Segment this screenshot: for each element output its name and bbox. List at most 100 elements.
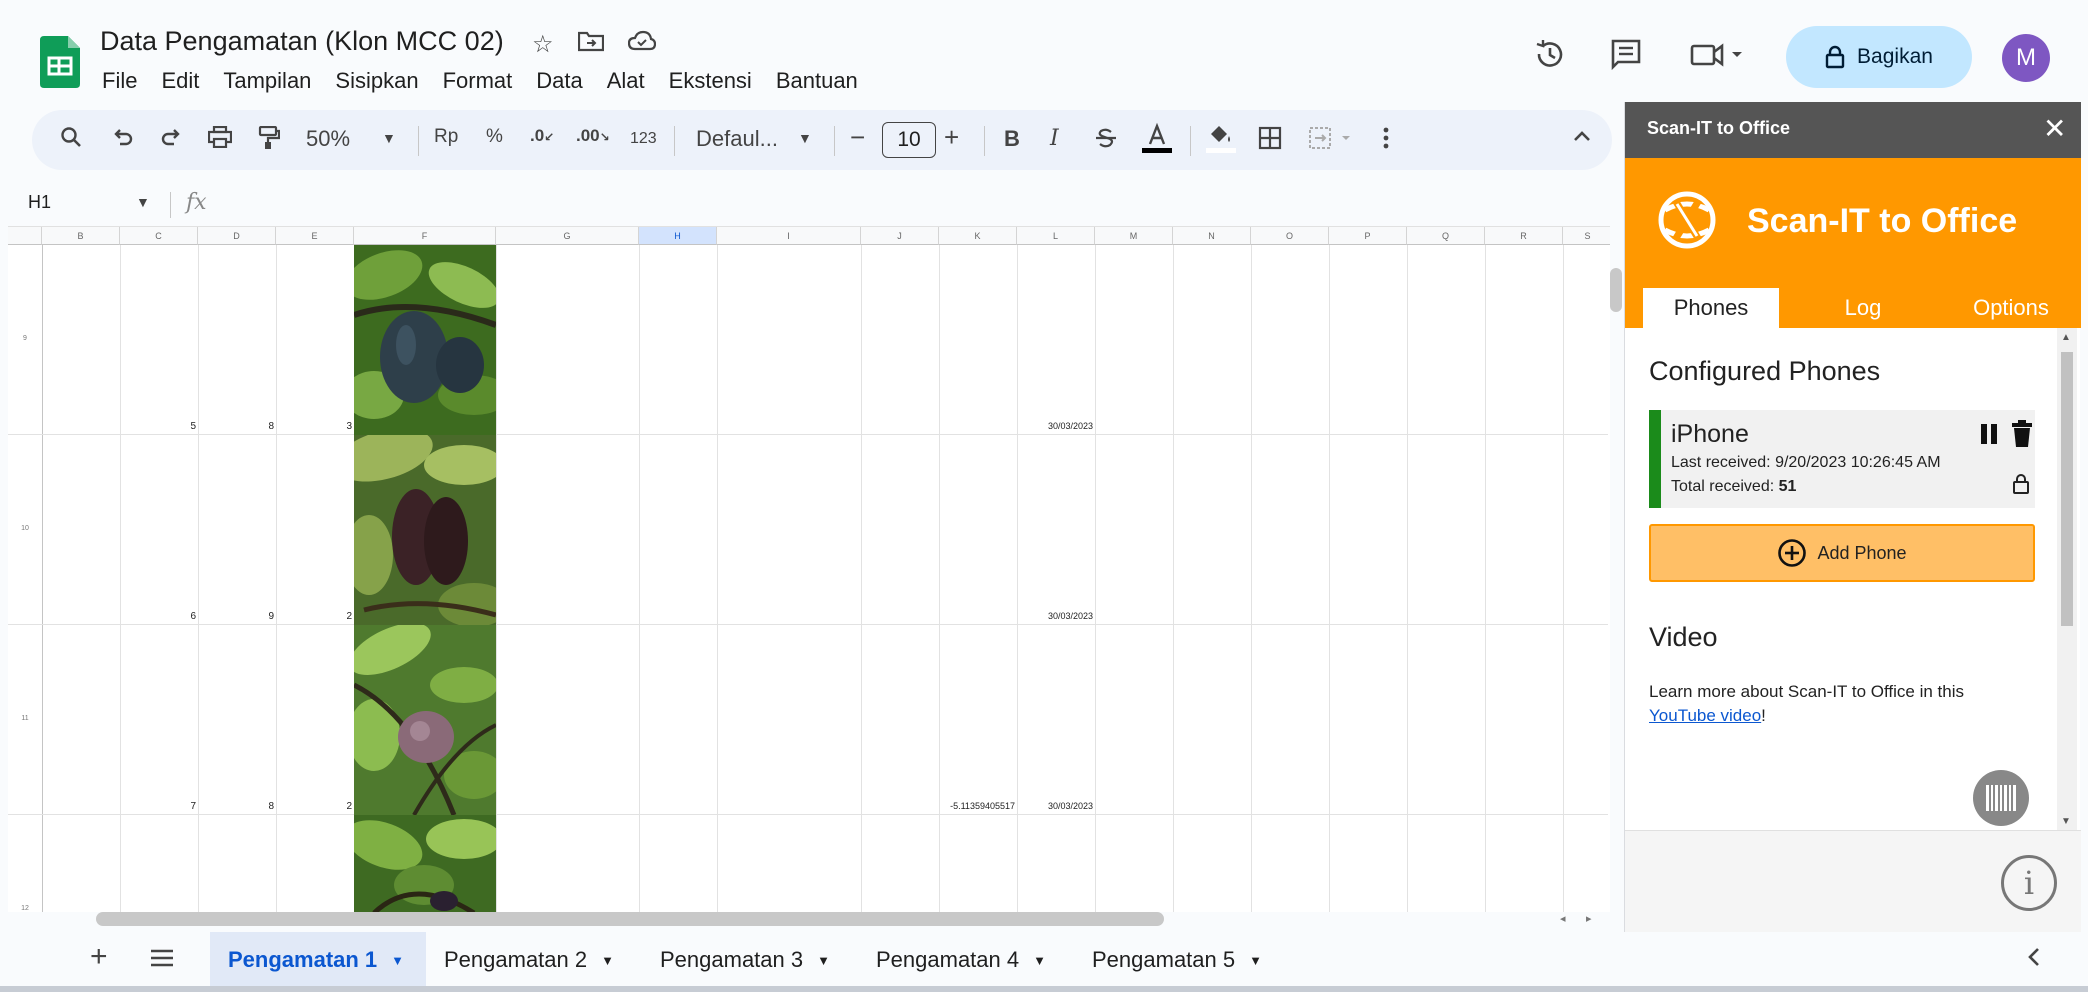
increase-decimal-button[interactable]: .00↘ [576,126,610,146]
star-icon[interactable]: ☆ [532,30,554,59]
column-header[interactable]: E [276,227,354,245]
menu-help[interactable]: Bantuan [776,68,858,94]
row-header[interactable]: 9 [8,335,42,342]
cacao-pod-photo[interactable] [354,625,496,815]
add-sheet-icon[interactable]: + [90,940,108,974]
column-header[interactable]: I [717,227,861,245]
cell-value[interactable]: 8 [198,801,274,812]
meet-video-icon[interactable] [1690,38,1746,78]
fill-color-icon[interactable] [1204,122,1238,162]
column-header[interactable]: G [496,227,639,245]
strikethrough-icon[interactable] [1094,126,1118,156]
column-header[interactable]: S [1563,227,1610,245]
column-header[interactable]: R [1485,227,1563,245]
menu-insert[interactable]: Sisipkan [335,68,418,94]
cell-date[interactable]: 30/03/2023 [1017,421,1093,431]
name-box[interactable]: H1 [28,192,51,213]
menu-edit[interactable]: Edit [161,68,199,94]
collapse-menus-icon[interactable] [1572,126,1592,152]
menu-data[interactable]: Data [536,68,582,94]
sheet-tab-pengamatan-2[interactable]: Pengamatan 2 ▼ [426,932,642,988]
cacao-pod-photo[interactable] [354,245,496,435]
row-header[interactable]: 10 [8,525,42,532]
format-currency-button[interactable]: Rp [434,126,458,148]
name-box-dropdown-icon[interactable]: ▼ [136,194,150,210]
explore-collapse-icon[interactable] [2026,946,2042,973]
chevron-down-icon[interactable]: ▼ [1249,953,1262,968]
menu-view[interactable]: Tampilan [223,68,311,94]
chevron-down-icon[interactable]: ▼ [1033,953,1046,968]
zoom-dropdown-icon[interactable]: ▼ [382,130,396,146]
cell-value[interactable]: 8 [198,421,274,432]
comments-icon[interactable] [1610,38,1642,78]
column-header[interactable]: M [1095,227,1173,245]
decrease-font-size-button[interactable]: − [850,122,865,153]
corner-header[interactable] [8,227,42,245]
move-folder-icon[interactable] [577,30,605,59]
delete-icon[interactable] [2011,420,2033,453]
cell-value[interactable]: 2 [276,611,352,622]
cloud-status-icon[interactable] [627,30,657,59]
cell-value[interactable]: 3 [276,421,352,432]
cell-date[interactable]: 30/03/2023 [1017,611,1093,621]
column-header[interactable]: Q [1407,227,1485,245]
merge-cells-icon[interactable] [1308,126,1360,156]
redo-icon[interactable] [160,126,182,154]
row-header[interactable]: 12 [8,905,42,912]
sheet-tab-pengamatan-4[interactable]: Pengamatan 4 ▼ [858,932,1074,988]
add-phone-button[interactable]: Add Phone [1649,524,2035,582]
menu-extensions[interactable]: Ekstensi [669,68,752,94]
chevron-down-icon[interactable]: ▼ [391,953,404,968]
column-header[interactable]: C [120,227,198,245]
increase-font-size-button[interactable]: + [944,122,959,153]
cell-value[interactable]: 6 [120,611,196,622]
chevron-down-icon[interactable]: ▼ [817,953,830,968]
account-avatar[interactable]: M [2002,34,2050,82]
menu-file[interactable]: File [102,68,137,94]
column-header[interactable]: B [42,227,120,245]
pause-icon[interactable] [1979,422,1999,451]
sidebar-scroll-down-icon[interactable]: ▼ [2061,816,2071,827]
sheet-tab-pengamatan-3[interactable]: Pengamatan 3 ▼ [642,932,858,988]
share-button[interactable]: Bagikan [1786,26,1972,88]
cell-date[interactable]: 30/03/2023 [1017,801,1093,811]
cell-value[interactable]: 9 [198,611,274,622]
tab-log[interactable]: Log [1795,288,1931,328]
tab-options[interactable]: Options [1943,288,2079,328]
menu-tools[interactable]: Alat [607,68,645,94]
youtube-video-link[interactable]: YouTube video [1649,706,1761,725]
column-header[interactable]: L [1017,227,1095,245]
tab-phones[interactable]: Phones [1643,288,1779,328]
column-header[interactable]: F [354,227,496,245]
cell-value[interactable]: 7 [120,801,196,812]
column-header[interactable]: N [1173,227,1251,245]
print-icon[interactable] [207,125,233,154]
phone-card[interactable]: iPhone Last received: 9/20/2023 10:26:45… [1649,410,2035,508]
all-sheets-icon[interactable] [150,948,174,973]
close-icon[interactable]: ✕ [2043,112,2066,145]
row-header[interactable]: 11 [8,715,42,722]
lock-icon[interactable] [2013,474,2029,499]
more-options-icon[interactable] [1382,126,1390,156]
sidebar-scroll-up-icon[interactable]: ▲ [2061,332,2071,343]
borders-icon[interactable] [1258,126,1282,156]
sheet-tab-pengamatan-5[interactable]: Pengamatan 5 ▼ [1074,932,1290,988]
format-percent-button[interactable]: % [486,126,503,148]
font-size-input[interactable]: 10 [882,122,936,158]
font-dropdown-icon[interactable]: ▼ [798,130,812,146]
vertical-scrollbar[interactable] [1610,268,1622,312]
undo-icon[interactable] [112,126,134,154]
column-header[interactable]: P [1329,227,1407,245]
chevron-down-icon[interactable]: ▼ [601,953,614,968]
sheets-logo-icon[interactable] [40,36,80,88]
cell-value[interactable]: 5 [120,421,196,432]
decrease-decimal-button[interactable]: .0↙ [530,126,554,146]
info-icon[interactable]: i [2001,855,2057,911]
font-family-select[interactable]: Defaul... [696,126,778,152]
column-header[interactable]: O [1251,227,1329,245]
sheet-tab-pengamatan-1[interactable]: Pengamatan 1 ▼ [210,932,426,988]
version-history-icon[interactable] [1534,38,1566,78]
italic-button[interactable]: I [1050,126,1059,151]
cell-value[interactable]: 2 [276,801,352,812]
barcode-icon[interactable] [1973,770,2029,826]
